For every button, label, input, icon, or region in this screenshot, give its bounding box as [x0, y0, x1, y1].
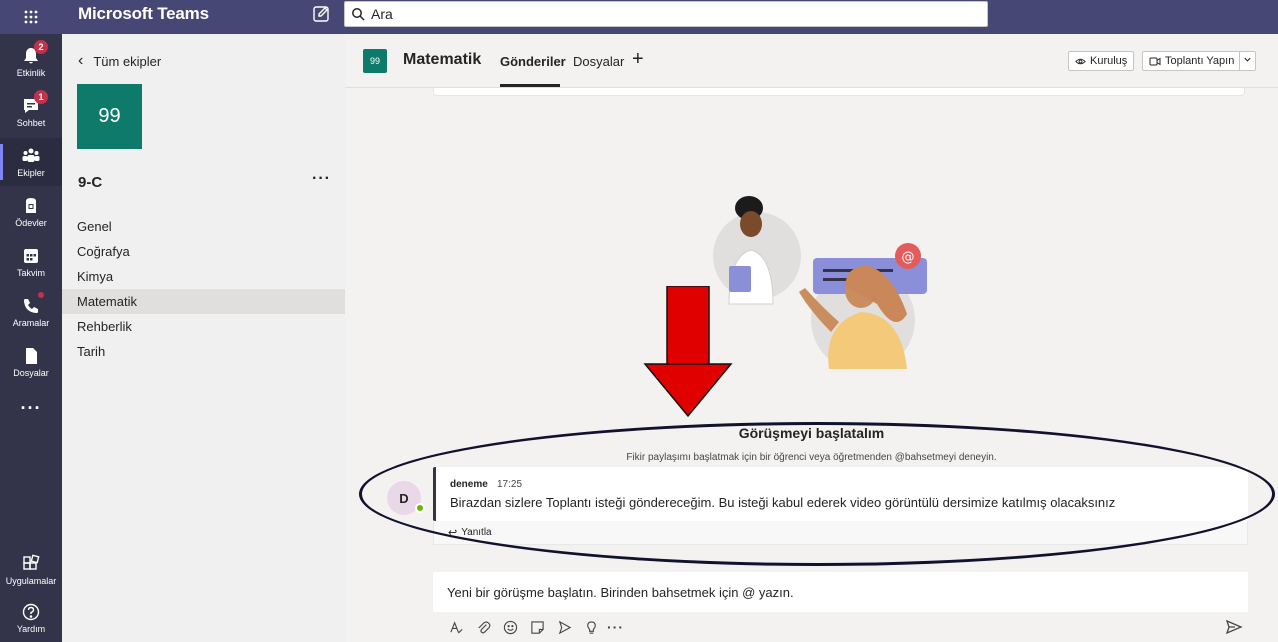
org-button[interactable]: Kuruluş: [1068, 51, 1135, 71]
video-icon: [1149, 57, 1161, 65]
phone-icon: [24, 299, 38, 313]
channel-genel[interactable]: Genel: [62, 214, 345, 239]
eye-icon: [1075, 58, 1086, 64]
top-bar: Microsoft Teams: [0, 0, 1278, 34]
rail-item-apps[interactable]: Uygulamalar: [0, 546, 62, 594]
conversation-subtitle: Fikir paylaşımı başlatmak için bir öğren…: [626, 452, 997, 463]
channel-kimya[interactable]: Kimya: [62, 264, 345, 289]
calendar-icon: [24, 249, 38, 263]
chat-badge: 1: [34, 90, 48, 104]
activity-badge: 2: [34, 40, 48, 54]
channel-header: 99 Matematik Gönderiler Dosyalar + Kurul…: [345, 34, 1278, 88]
tab-posts[interactable]: Gönderiler: [500, 54, 566, 69]
rail-label: Etkinlik: [16, 68, 46, 78]
team-name: 9-C: [78, 174, 103, 191]
meet-dropdown-button[interactable]: [1239, 51, 1256, 71]
app-title: Microsoft Teams: [78, 4, 209, 23]
chevron-left-icon: ‹: [78, 52, 84, 69]
rail-item-more[interactable]: ···: [0, 388, 62, 428]
svg-text:@: @: [902, 250, 915, 265]
channel-rehberlik[interactable]: Rehberlik: [62, 314, 345, 339]
rail-label: Sohbet: [16, 118, 46, 128]
app-launcher-icon[interactable]: [0, 0, 62, 34]
team-panel: ‹ Tüm ekipler 99 9-C ··· Genel Coğrafya …: [62, 34, 345, 642]
chevron-down-icon: [1243, 55, 1252, 67]
rail-item-calendar[interactable]: Takvim: [0, 238, 62, 286]
search-input[interactable]: [371, 6, 951, 22]
active-tab-indicator: [500, 84, 560, 87]
meet-button[interactable]: Toplantı Yapın: [1142, 51, 1242, 71]
rail-item-activity[interactable]: 2 Etkinlik: [0, 38, 62, 86]
search-box[interactable]: [344, 1, 988, 27]
teams-icon: [22, 148, 40, 162]
rail-label: Aramalar: [12, 318, 50, 328]
presence-available-icon: [415, 503, 425, 513]
team-avatar: 99: [77, 84, 142, 149]
calls-dot: [38, 292, 44, 298]
compose-toolbar: ···: [445, 616, 624, 638]
new-chat-icon[interactable]: [311, 4, 331, 24]
meet-button-label: Toplantı Yapın: [1165, 55, 1235, 67]
rail-item-chat[interactable]: 1 Sohbet: [0, 88, 62, 136]
all-teams-link[interactable]: ‹ Tüm ekipler: [78, 52, 161, 70]
attach-icon[interactable]: [472, 616, 494, 638]
channel-matematik[interactable]: Matematik: [62, 289, 345, 314]
rail-label: Ekipler: [17, 168, 45, 178]
conversation-title: Görüşmeyi başlatalım: [738, 425, 885, 441]
channel-main: 99 Matematik Gönderiler Dosyalar + Kurul…: [345, 34, 1278, 642]
channel-avatar: 99: [363, 49, 387, 73]
apps-icon: [23, 554, 40, 570]
all-teams-label: Tüm ekipler: [93, 53, 162, 69]
add-tab-button[interactable]: +: [632, 48, 644, 71]
rail-label: Yardım: [16, 624, 46, 634]
rail-label: Dosyalar: [13, 368, 49, 378]
assignments-icon: [26, 198, 36, 213]
format-icon[interactable]: [445, 616, 467, 638]
rail-item-help[interactable]: Yardım: [0, 594, 62, 642]
meet-now-icon[interactable]: [553, 616, 575, 638]
channel-cografya[interactable]: Coğrafya: [62, 239, 345, 264]
praise-icon[interactable]: [580, 616, 602, 638]
channel-tarih[interactable]: Tarih: [62, 339, 345, 364]
red-arrow-annotation: [643, 286, 733, 418]
welcome-illustration: @: [713, 196, 927, 369]
more-icon: ···: [20, 397, 42, 418]
message-author[interactable]: deneme: [450, 479, 488, 490]
file-icon: [26, 348, 37, 364]
previous-post-card: [433, 88, 1245, 96]
rail-item-assignments[interactable]: Ödevler: [0, 188, 62, 236]
rail-label: Ödevler: [15, 218, 47, 228]
message-card[interactable]: deneme 17:25 Birazdan sizlere Toplantı i…: [433, 467, 1248, 521]
reply-label: Yanıtla: [461, 527, 492, 538]
emoji-icon[interactable]: [499, 616, 521, 638]
send-icon[interactable]: [1225, 618, 1243, 636]
compose-box[interactable]: [433, 572, 1248, 612]
compose-input[interactable]: [447, 584, 1227, 600]
message-time: 17:25: [497, 479, 523, 490]
more-options-icon[interactable]: ···: [607, 619, 624, 635]
reply-icon: ↩: [448, 527, 458, 539]
sticker-icon[interactable]: [526, 616, 548, 638]
message-body: Birazdan sizlere Toplantı isteği göndere…: [450, 495, 1116, 510]
org-button-label: Kuruluş: [1090, 55, 1128, 67]
team-more-icon[interactable]: ···: [312, 170, 331, 188]
rail-item-teams[interactable]: Ekipler: [0, 138, 62, 186]
left-rail: 2 Etkinlik 1 Sohbet Ekipler Ödevler Takv…: [0, 34, 62, 642]
tab-files[interactable]: Dosyalar: [573, 54, 624, 69]
rail-label: Takvim: [16, 268, 45, 278]
channel-title: Matematik: [403, 51, 482, 68]
help-icon: [22, 603, 40, 621]
search-icon: [352, 8, 365, 21]
rail-item-calls[interactable]: Aramalar: [0, 288, 62, 336]
rail-label: Uygulamalar: [5, 576, 57, 586]
rail-item-files[interactable]: Dosyalar: [0, 338, 62, 386]
reply-button[interactable]: ↩ Yanıtla: [433, 521, 1248, 545]
